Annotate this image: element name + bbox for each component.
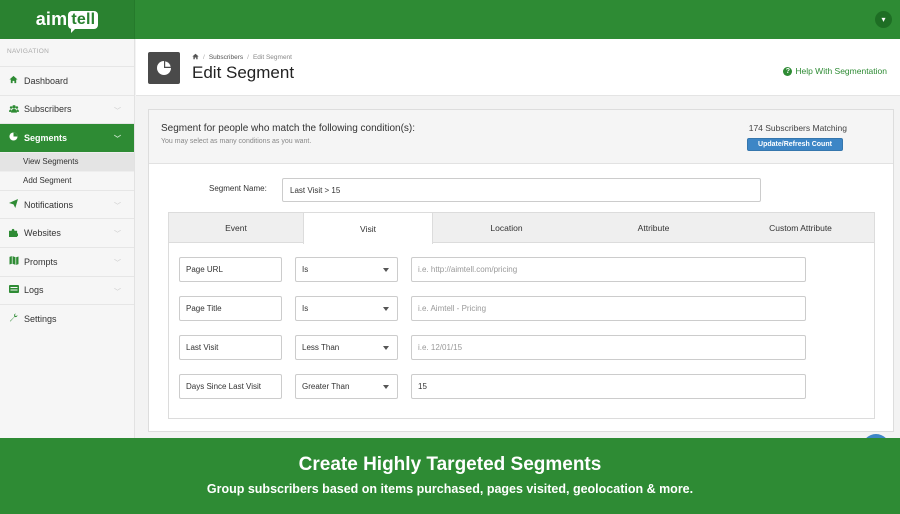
segment-panel: Segment for people who match the followi… [148, 109, 894, 432]
panel-header: Segment for people who match the followi… [149, 110, 893, 164]
page-title: Edit Segment [192, 63, 295, 82]
banner-subtitle: Group subscribers based on items purchas… [206, 482, 694, 496]
condition-value-input[interactable]: i.e. 12/01/15 [411, 335, 806, 360]
user-menu-toggle-icon[interactable]: ▾ [875, 11, 892, 28]
condition-field-select[interactable]: Page URL [179, 257, 282, 282]
sidebar-item-settings[interactable]: Settings [0, 304, 134, 333]
map-icon [8, 256, 19, 267]
chevron-down-icon: ﹀ [114, 288, 121, 296]
sidebar-item-prompts[interactable]: Prompts ﹀ [0, 246, 134, 276]
caret-down-icon [383, 385, 389, 389]
condition-field-select[interactable]: Days Since Last Visit [179, 374, 282, 399]
sidebar-item-label: Subscribers [24, 104, 72, 115]
sidebar: NAVIGATION Dashboard Subscribers ﹀ Segme… [0, 39, 135, 438]
aimtell-logo[interactable]: aim tell [36, 9, 99, 33]
tab-visit[interactable]: Visit [303, 213, 433, 244]
operator-label: Is [302, 265, 309, 274]
sidebar-item-label: Logs [24, 285, 44, 296]
nav-heading: NAVIGATION [7, 48, 50, 55]
operator-label: Less Than [302, 343, 340, 352]
pie-chart-icon [8, 132, 19, 143]
sidebar-item-label: Dashboard [24, 75, 69, 86]
breadcrumb-current: Edit Segment [252, 54, 292, 61]
condition-operator-select[interactable]: Less Than [295, 335, 398, 360]
segment-name-label: Segment Name: [209, 184, 267, 193]
condition-operator-select[interactable]: Is [295, 296, 398, 321]
condition-field-select[interactable]: Last Visit [179, 335, 282, 360]
sidebar-item-label: Prompts [24, 256, 58, 267]
tab-custom-attribute[interactable]: Custom Attribute [727, 213, 874, 243]
top-navbar: aim tell ▾ [0, 0, 900, 39]
help-link-label: Help With Segmentation [795, 66, 887, 76]
question-circle-icon: ? [783, 66, 793, 76]
sidebar-item-notifications[interactable]: Notifications ﹀ [0, 189, 134, 219]
chevron-down-icon: ﹀ [114, 107, 121, 115]
help-segmentation-link[interactable]: ? Help With Segmentation [783, 66, 887, 76]
condition-row: Days Since Last Visit Greater Than 15 [179, 374, 819, 399]
sidebar-item-dashboard[interactable]: Dashboard [0, 66, 134, 95]
subscriber-match-count: 174 Subscribers Matching [748, 123, 847, 133]
condition-field-select[interactable]: Page Title [179, 296, 282, 321]
breadcrumb-subscribers-link[interactable]: Subscribers [209, 54, 243, 61]
sidebar-subitem-add-segment[interactable]: Add Segment [0, 170, 134, 190]
chevron-down-icon: ﹀ [114, 259, 121, 267]
tab-location[interactable]: Location [433, 213, 580, 243]
refresh-count-button[interactable]: Update/Refresh Count [747, 138, 843, 151]
condition-row: Last Visit Less Than i.e. 12/01/15 [179, 335, 819, 360]
paper-plane-icon [8, 199, 19, 210]
tab-attribute[interactable]: Attribute [580, 213, 727, 243]
condition-tabs: Event Visit Location Attribute Custom At… [168, 212, 875, 244]
sidebar-item-label: Notifications [24, 199, 74, 210]
sidebar-item-label: Segments [24, 132, 68, 143]
panel-subtitle: You may select as many conditions as you… [161, 138, 312, 145]
logo-area[interactable]: aim tell [0, 0, 135, 39]
breadcrumb-separator: / [203, 54, 205, 61]
condition-value-input[interactable]: i.e. http://aimtell.com/pricing [411, 257, 806, 282]
home-icon [8, 75, 19, 86]
operator-label: Is [302, 304, 309, 313]
pie-chart-icon [148, 52, 180, 84]
condition-row: Page URL Is i.e. http://aimtell.com/pric… [179, 257, 819, 282]
list-icon [8, 285, 19, 295]
page-header: / Subscribers / Edit Segment Edit Segmen… [136, 39, 900, 96]
chevron-down-icon: ﹀ [114, 202, 121, 210]
promo-banner: Create Highly Targeted Segments Group su… [0, 438, 900, 514]
puzzle-icon [8, 228, 19, 239]
sidebar-item-subscribers[interactable]: Subscribers ﹀ [0, 94, 134, 124]
operator-label: Greater Than [302, 382, 350, 391]
users-icon [8, 104, 19, 115]
condition-operator-select[interactable]: Is [295, 257, 398, 282]
tab-event[interactable]: Event [169, 213, 303, 243]
chevron-down-icon: ﹀ [114, 231, 121, 239]
caret-down-icon [383, 346, 389, 350]
condition-value-input[interactable]: i.e. Aimtell - Pricing [411, 296, 806, 321]
condition-value-input[interactable]: 15 [411, 374, 806, 399]
breadcrumb-separator: / [247, 54, 249, 61]
caret-down-icon [383, 307, 389, 311]
sidebar-item-logs[interactable]: Logs ﹀ [0, 275, 134, 305]
condition-row: Page Title Is i.e. Aimtell - Pricing [179, 296, 819, 321]
caret-down-icon [383, 268, 389, 272]
banner-title: Create Highly Targeted Segments [298, 454, 602, 475]
segment-name-input[interactable]: Last Visit > 15 [282, 178, 761, 202]
visit-conditions: Page URL Is i.e. http://aimtell.com/pric… [168, 243, 875, 419]
breadcrumb: / Subscribers / Edit Segment [192, 53, 292, 62]
wrench-icon [8, 313, 19, 324]
sidebar-item-segments[interactable]: Segments ﹀ [0, 123, 134, 152]
sidebar-item-websites[interactable]: Websites ﹀ [0, 218, 134, 247]
home-icon[interactable] [192, 53, 199, 62]
sidebar-item-label: Settings [24, 313, 57, 324]
sidebar-item-label: Websites [24, 228, 61, 239]
sidebar-subitem-view-segments[interactable]: View Segments [0, 151, 134, 171]
chevron-down-icon: ﹀ [114, 136, 121, 144]
panel-title: Segment for people who match the followi… [161, 123, 416, 134]
condition-operator-select[interactable]: Greater Than [295, 374, 398, 399]
